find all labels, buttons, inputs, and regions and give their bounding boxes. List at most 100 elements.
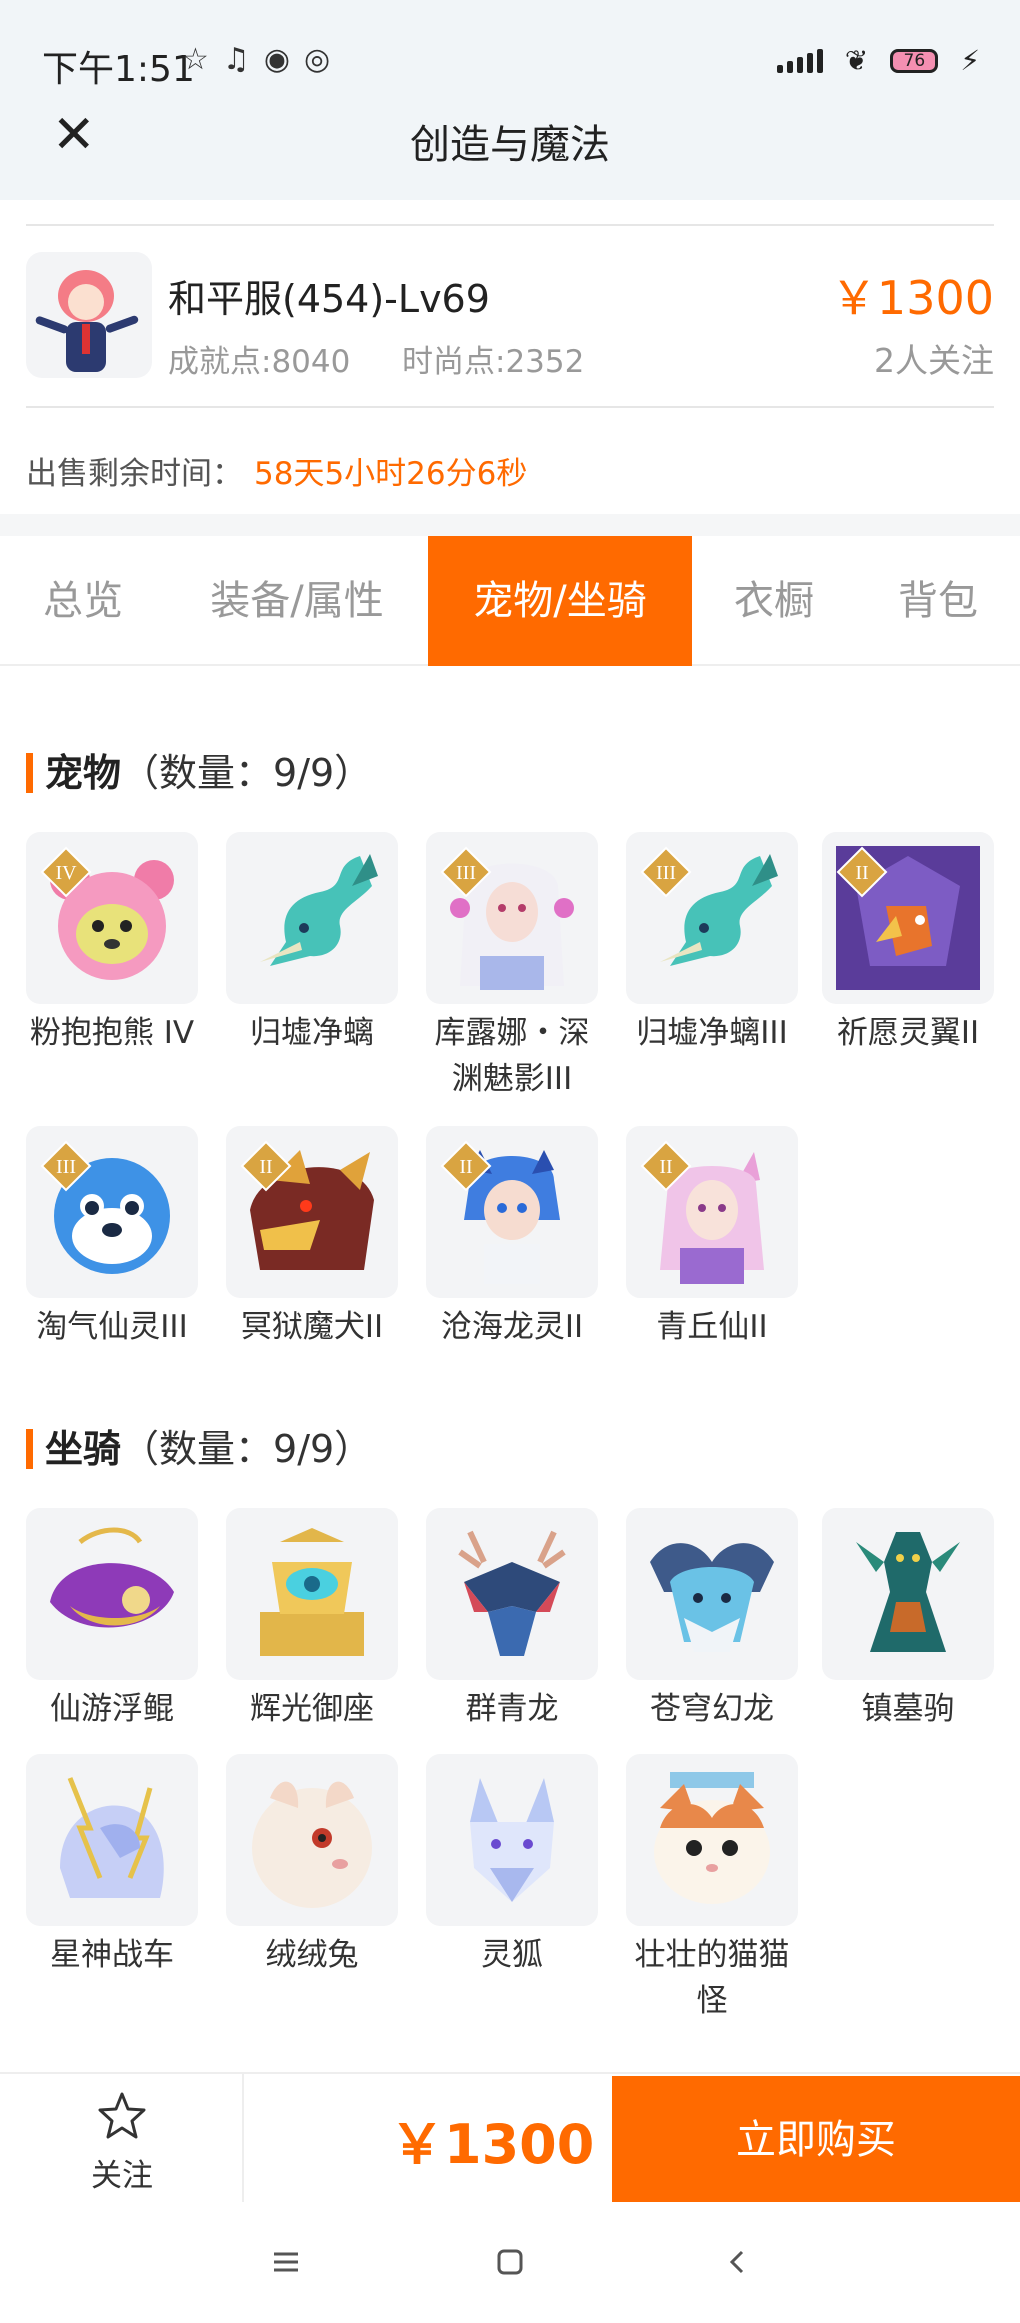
achievement-points: 成就点:8040 <box>168 344 351 380</box>
mount-image <box>626 1508 798 1680</box>
section-gap <box>0 514 1020 536</box>
charging-icon: ⚡ <box>960 44 980 77</box>
pet-item[interactable]: III 库露娜・深渊魅影III <box>426 832 598 1102</box>
mount-name: 星神战车 <box>50 1937 174 1973</box>
rank-badge-icon: II <box>640 1140 692 1192</box>
mount-item[interactable]: 星神战车 <box>26 1754 198 1978</box>
back-icon[interactable] <box>718 2242 758 2282</box>
star-icon <box>98 2092 146 2139</box>
pet-name: 粉抱抱熊 IV <box>29 1015 195 1051</box>
tab-overview[interactable]: 总览 <box>0 536 166 666</box>
mount-name: 苍穹幻龙 <box>650 1691 774 1727</box>
remaining-time-value: 58天5小时26分6秒 <box>254 456 528 492</box>
remaining-time-label: 出售剩余时间： <box>26 456 243 492</box>
bell-icon: ♫ <box>222 42 264 77</box>
status-right-icons: ❦ 76 ⚡ <box>776 44 980 77</box>
mount-item[interactable]: 辉光御座 <box>226 1508 398 1732</box>
status-bar: 下午1:51 ☆♫◉◎ ❦ 76 ⚡ <box>0 0 1020 130</box>
pet-image <box>226 832 398 1004</box>
section-marker <box>26 1429 33 1469</box>
svg-text:II: II <box>459 1156 472 1178</box>
pets-count: （数量：9/9） <box>121 751 373 795</box>
pet-image: III <box>426 832 598 1004</box>
mount-image <box>26 1754 198 1926</box>
mount-name: 绒绒兔 <box>265 1937 359 1973</box>
top-area: 下午1:51 ☆♫◉◎ ❦ 76 ⚡ ✕ 创造与魔法 <box>0 0 1020 200</box>
section-marker <box>26 753 33 793</box>
rank-badge-icon: IV <box>40 846 92 898</box>
app-icon: ◉ <box>263 42 304 77</box>
follower-count: 2人关注 <box>874 341 994 380</box>
svg-text:II: II <box>259 1156 272 1178</box>
pet-item[interactable]: II 青丘仙II <box>626 1126 798 1350</box>
signal-icon <box>776 48 823 73</box>
pet-name: 归墟净螭III <box>636 1015 788 1051</box>
pet-image: II <box>626 1126 798 1298</box>
mount-image <box>426 1508 598 1680</box>
rank-badge-icon: III <box>440 846 492 898</box>
pet-name: 沧海龙灵II <box>440 1309 584 1345</box>
mount-item[interactable]: 壮壮的猫猫怪 <box>626 1754 798 2024</box>
svg-text:IV: IV <box>55 862 77 884</box>
pet-item[interactable]: II 祈愿灵翼II <box>822 832 994 1056</box>
mount-image <box>226 1508 398 1680</box>
tab-wardrobe[interactable]: 衣橱 <box>692 536 856 666</box>
follow-button[interactable]: 关注 <box>0 2074 244 2204</box>
pet-name: 归墟净螭 <box>250 1015 374 1051</box>
mount-name: 灵狐 <box>481 1937 543 1973</box>
mount-item[interactable]: 苍穹幻龙 <box>626 1508 798 1732</box>
mount-name: 壮壮的猫猫怪 <box>634 1937 790 2019</box>
svg-text:II: II <box>855 862 868 884</box>
account-name: 和平服(454)-Lv69 <box>168 277 490 321</box>
menu-icon[interactable] <box>266 2242 306 2282</box>
pet-image: III <box>626 832 798 1004</box>
pet-name: 青丘仙II <box>656 1309 768 1345</box>
rank-badge-icon: II <box>240 1140 292 1192</box>
rank-badge-icon: III <box>40 1140 92 1192</box>
mount-item[interactable]: 群青龙 <box>426 1508 598 1732</box>
pet-item[interactable]: III 归墟净螭III <box>626 832 798 1056</box>
tab-pets-mounts[interactable]: 宠物/坐骑 <box>428 536 692 666</box>
svg-text:III: III <box>656 862 676 884</box>
tab-bar: 总览 装备/属性 宠物/坐骑 衣橱 背包 <box>0 536 1020 666</box>
mount-item[interactable]: 镇墓驹 <box>822 1508 994 1732</box>
pet-item[interactable]: IV 粉抱抱熊 IV <box>26 832 198 1056</box>
pet-item[interactable]: III 淘气仙灵III <box>26 1126 198 1350</box>
fashion-points: 时尚点:2352 <box>402 344 585 380</box>
follow-label: 关注 <box>91 2158 153 2194</box>
pet-item[interactable]: II 冥狱魔犬II <box>226 1126 398 1350</box>
pet-name: 冥狱魔犬II <box>240 1309 384 1345</box>
avatar <box>26 252 152 378</box>
tab-bag[interactable]: 背包 <box>856 536 1020 666</box>
rank-badge-icon: III <box>640 846 692 898</box>
mount-item[interactable]: 仙游浮鲲 <box>26 1508 198 1732</box>
pets-section-header: 宠物（数量：9/9） <box>26 742 372 797</box>
mount-name: 镇墓驹 <box>861 1691 955 1727</box>
divider <box>26 406 994 408</box>
pet-item[interactable]: II 沧海龙灵II <box>426 1126 598 1350</box>
mount-name: 群青龙 <box>465 1691 559 1727</box>
tab-equipment[interactable]: 装备/属性 <box>166 536 428 666</box>
home-icon[interactable] <box>490 2242 530 2282</box>
bottom-action-bar: 关注 ￥1300 立即购买 <box>0 2072 1020 2204</box>
battery-icon: 76 <box>890 48 939 73</box>
app-icon: ◎ <box>304 42 345 77</box>
divider <box>26 224 994 226</box>
svg-text:III: III <box>456 862 476 884</box>
butterfly-icon: ❦ <box>844 44 869 77</box>
pet-name: 库露娜・深渊魅影III <box>434 1015 590 1097</box>
mounts-title: 坐骑 <box>45 1427 122 1471</box>
mount-image <box>822 1508 994 1680</box>
buy-now-button[interactable]: 立即购买 <box>612 2076 1020 2204</box>
status-notification-icons: ☆♫◉◎ <box>182 42 344 77</box>
pet-item[interactable]: 归墟净螭 <box>226 832 398 1056</box>
pet-image: II <box>822 832 994 1004</box>
pet-image: IV <box>26 832 198 1004</box>
pets-title: 宠物 <box>45 751 122 795</box>
mount-item[interactable]: 灵狐 <box>426 1754 598 1978</box>
svg-text:II: II <box>659 1156 672 1178</box>
mount-image <box>26 1508 198 1680</box>
mount-item[interactable]: 绒绒兔 <box>226 1754 398 1978</box>
mounts-section-header: 坐骑（数量：9/9） <box>26 1418 372 1473</box>
system-nav-bar <box>0 2202 1020 2323</box>
